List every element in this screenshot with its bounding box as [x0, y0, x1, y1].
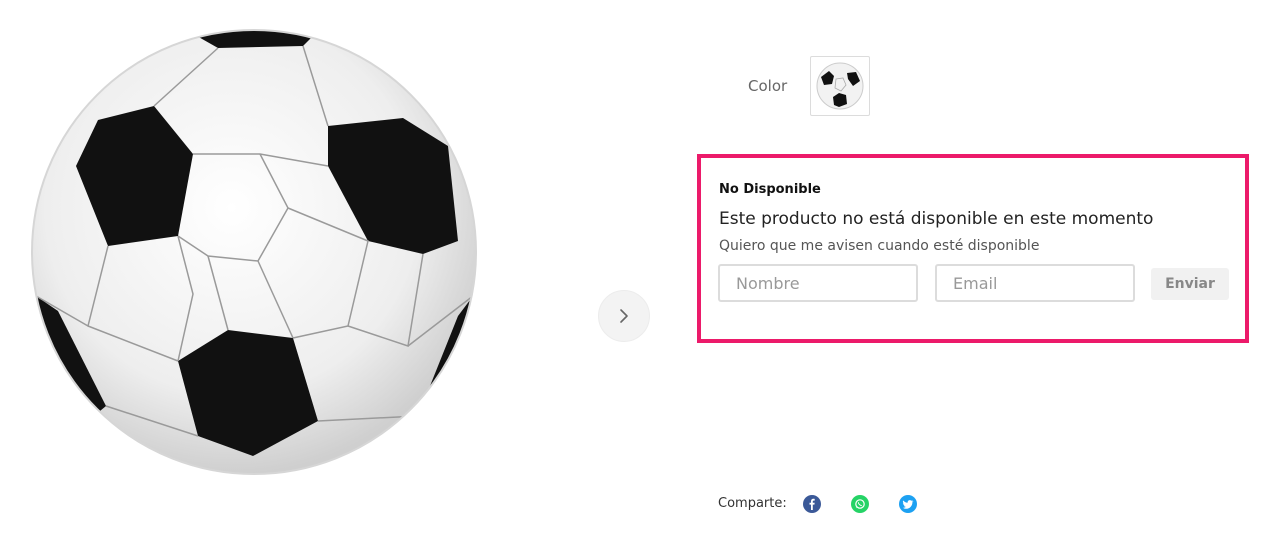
out-of-stock-notify-box: No Disponible Este producto no está disp…	[697, 154, 1249, 343]
facebook-share-button[interactable]	[803, 495, 821, 513]
email-input[interactable]	[935, 264, 1135, 302]
whatsapp-icon	[855, 499, 865, 509]
availability-message: Este producto no está disponible en este…	[719, 209, 1154, 229]
send-button[interactable]: Enviar	[1151, 268, 1229, 300]
color-swatch[interactable]	[810, 56, 870, 116]
soccer-ball-icon	[31, 29, 477, 475]
soccer-ball-icon	[816, 62, 864, 110]
availability-title: No Disponible	[719, 182, 821, 197]
product-image	[28, 26, 480, 478]
notify-subtitle: Quiero que me avisen cuando esté disponi…	[719, 238, 1040, 254]
product-gallery	[0, 0, 690, 544]
chevron-right-icon	[620, 309, 628, 323]
name-input[interactable]	[718, 264, 918, 302]
share-label: Comparte:	[718, 496, 787, 511]
facebook-icon	[809, 498, 815, 510]
color-label: Color	[748, 77, 788, 95]
twitter-icon	[902, 500, 914, 509]
next-image-button[interactable]	[598, 290, 650, 342]
whatsapp-share-button[interactable]	[851, 495, 869, 513]
twitter-share-button[interactable]	[899, 495, 917, 513]
